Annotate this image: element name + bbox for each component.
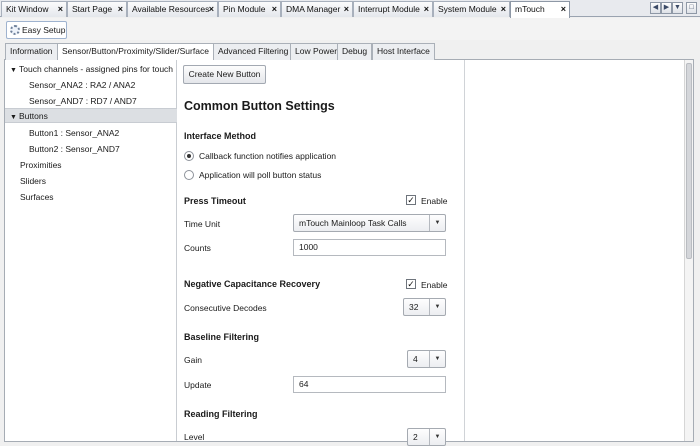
- scrollbar-thumb[interactable]: [686, 63, 692, 259]
- tab-label: mTouch: [515, 4, 545, 14]
- select-value: 4: [413, 354, 418, 364]
- tab-label: Pin Module: [223, 4, 266, 14]
- empty-area: [464, 60, 686, 441]
- tab-interrupt-module[interactable]: Interrupt Module ×: [353, 1, 433, 17]
- checkbox-label: Enable: [421, 196, 448, 206]
- radio-label: Callback function notifies application: [199, 151, 337, 161]
- section-heading: Interface Method: [184, 131, 257, 141]
- chevron-down-icon[interactable]: ▼: [429, 429, 445, 445]
- tree-item-sliders[interactable]: Sliders: [5, 174, 177, 189]
- tab-label: Available Resources: [132, 4, 210, 14]
- chevron-down-icon[interactable]: ▼: [429, 299, 445, 315]
- checkbox-label: Enable: [421, 280, 448, 290]
- field-label: Counts: [184, 243, 211, 253]
- tab-dma-manager[interactable]: DMA Manager ×: [281, 1, 353, 17]
- tree-item-buttons[interactable]: ▼ Buttons: [5, 108, 177, 123]
- tree-item-sensor[interactable]: Sensor_ANA2 : RA2 / ANA2: [5, 78, 177, 93]
- poll-radio[interactable]: [184, 170, 194, 180]
- tab-system-module[interactable]: System Module ×: [433, 1, 510, 17]
- close-icon[interactable]: ×: [272, 2, 277, 16]
- consecutive-decodes-select[interactable]: 32 ▼: [403, 298, 446, 316]
- tree-item-proximities[interactable]: Proximities: [5, 158, 177, 173]
- close-icon[interactable]: ×: [118, 2, 123, 16]
- vertical-scrollbar[interactable]: [684, 60, 693, 441]
- page-title: Common Button Settings: [184, 99, 335, 113]
- section-heading: Baseline Filtering: [184, 332, 260, 342]
- chevron-down-icon[interactable]: ▼: [429, 215, 445, 231]
- section-heading: Reading Filtering: [184, 409, 258, 419]
- ncr-enable-checkbox[interactable]: ✓: [406, 279, 416, 289]
- settings-panel: ▼ Touch channels - assigned pins for touc…: [4, 60, 694, 446]
- easy-setup-tab[interactable]: Easy Setup: [6, 21, 67, 39]
- scroll-right-icon[interactable]: ▶: [661, 2, 672, 14]
- time-unit-select[interactable]: mTouch Mainloop Task Calls ▼: [293, 214, 446, 232]
- tab-low-power[interactable]: Low Power: [290, 43, 343, 60]
- tab-available-resources[interactable]: Available Resources ×: [127, 1, 218, 17]
- gain-select[interactable]: 4 ▼: [407, 350, 446, 368]
- tab-sensor-button-proximity[interactable]: Sensor/Button/Proximity/Slider/Surface: [57, 43, 214, 61]
- counts-input[interactable]: 1000: [293, 239, 446, 256]
- field-label: Time Unit: [184, 219, 221, 229]
- press-timeout-enable-checkbox[interactable]: ✓: [406, 195, 416, 205]
- gear-icon: [10, 25, 20, 35]
- tree-item-sensor[interactable]: Sensor_AND7 : RD7 / AND7: [5, 94, 177, 109]
- tab-pin-module[interactable]: Pin Module ×: [218, 1, 281, 17]
- close-icon[interactable]: ×: [209, 2, 214, 16]
- tree-item-surfaces[interactable]: Surfaces: [5, 190, 177, 205]
- tree-item-label: Touch channels - assigned pins for touch: [19, 64, 174, 74]
- tab-debug[interactable]: Debug: [337, 43, 373, 60]
- radio-label: Application will poll button status: [199, 170, 322, 180]
- field-label: Gain: [184, 355, 202, 365]
- expanded-caret-icon[interactable]: ▼: [10, 63, 19, 78]
- level-select[interactable]: 2 ▼: [407, 428, 446, 446]
- button-settings-form: Create New Button Common Button Settings…: [178, 60, 464, 446]
- section-heading: Press Timeout: [184, 196, 246, 206]
- tab-label: DMA Manager: [286, 4, 341, 14]
- component-tree: ▼ Touch channels - assigned pins for touc…: [5, 60, 177, 441]
- document-tab-bar: Kit Window × Start Page × Available Resour…: [0, 0, 700, 18]
- tree-item-label: Buttons: [19, 111, 48, 121]
- close-icon[interactable]: ×: [561, 2, 566, 16]
- close-icon[interactable]: ×: [424, 2, 429, 16]
- field-label: Level: [184, 432, 205, 442]
- tab-kit-window[interactable]: Kit Window ×: [1, 1, 67, 17]
- expanded-caret-icon[interactable]: ▼: [10, 110, 19, 125]
- tab-label: System Module: [438, 4, 497, 14]
- select-value: 2: [413, 432, 418, 442]
- restore-window-icon[interactable]: □: [686, 2, 697, 14]
- field-label: Consecutive Decodes: [184, 303, 267, 313]
- tab-list-icon[interactable]: ▼: [672, 2, 683, 14]
- tree-item-button[interactable]: Button1 : Sensor_ANA2: [5, 126, 177, 141]
- tab-label: Kit Window: [6, 4, 49, 14]
- close-icon[interactable]: ×: [58, 2, 63, 16]
- field-label: Update: [184, 380, 212, 390]
- callback-radio[interactable]: [184, 151, 194, 161]
- tab-information[interactable]: Information: [5, 43, 58, 60]
- easy-setup-toolbar: Easy Setup: [0, 18, 700, 40]
- select-value: mTouch Mainloop Task Calls: [299, 218, 407, 228]
- update-input[interactable]: 64: [293, 376, 446, 393]
- scroll-left-icon[interactable]: ◀: [650, 2, 661, 14]
- tab-start-page[interactable]: Start Page ×: [67, 1, 127, 17]
- tree-item-touch-channels[interactable]: ▼ Touch channels - assigned pins for touc…: [5, 62, 177, 77]
- create-new-button[interactable]: Create New Button: [183, 65, 266, 84]
- select-value: 32: [409, 302, 419, 312]
- close-icon[interactable]: ×: [344, 2, 349, 16]
- tab-advanced-filtering[interactable]: Advanced Filtering: [213, 43, 294, 60]
- tab-host-interface[interactable]: Host Interface: [372, 43, 435, 60]
- easy-setup-label: Easy Setup: [22, 25, 66, 35]
- chevron-down-icon[interactable]: ▼: [429, 351, 445, 367]
- section-heading: Negative Capacitance Recovery: [184, 279, 321, 289]
- tab-mtouch[interactable]: mTouch ×: [510, 1, 570, 18]
- tree-item-button[interactable]: Button2 : Sensor_AND7: [5, 142, 177, 157]
- settings-tab-bar: Information Sensor/Button/Proximity/Slid…: [4, 43, 694, 61]
- close-icon[interactable]: ×: [501, 2, 506, 16]
- tab-label: Start Page: [72, 4, 113, 14]
- tab-label: Interrupt Module: [358, 4, 420, 14]
